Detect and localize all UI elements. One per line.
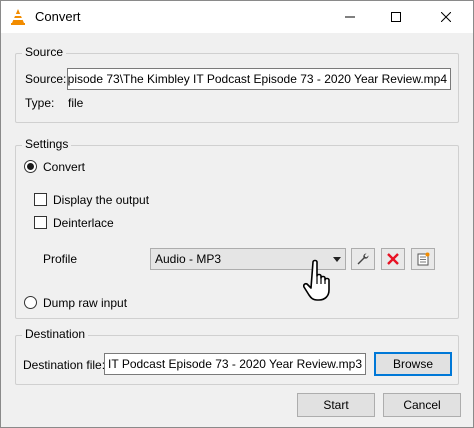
source-group-label: Source	[22, 45, 67, 59]
profile-dropdown-value: Audio - MP3	[155, 252, 222, 266]
deinterlace-label[interactable]: Deinterlace	[53, 216, 114, 230]
source-label: Source:	[25, 72, 67, 86]
minimize-icon	[345, 16, 355, 18]
hand-pointer-icon	[303, 259, 330, 301]
window-title: Convert	[35, 9, 81, 24]
display-output-checkbox[interactable]	[34, 193, 47, 206]
convert-label[interactable]: Convert	[43, 160, 85, 174]
delete-profile-button[interactable]	[381, 248, 405, 270]
new-profile-button[interactable]	[411, 248, 435, 270]
minimize-button[interactable]	[327, 1, 373, 33]
settings-group-label: Settings	[22, 137, 72, 151]
display-output-label[interactable]: Display the output	[53, 193, 149, 207]
destination-file-label: Destination file:	[23, 358, 106, 372]
convert-radio[interactable]	[24, 160, 37, 173]
source-path-value: cast Episode 73\The Kimbley IT Podcast E…	[67, 72, 447, 86]
type-value: file	[68, 96, 84, 110]
start-button-label: Start	[323, 398, 349, 412]
title-bar: Convert	[1, 1, 473, 33]
profile-label: Profile	[43, 252, 78, 266]
delete-x-icon	[387, 253, 399, 265]
deinterlace-checkbox[interactable]	[34, 216, 47, 229]
source-path-field[interactable]: cast Episode 73\The Kimbley IT Podcast E…	[67, 68, 451, 90]
destination-group-label: Destination	[22, 327, 89, 341]
destination-file-value: pley IT Podcast Episode 73 - 2020 Year R…	[104, 357, 362, 371]
type-label: Type:	[25, 96, 55, 110]
browse-button[interactable]: Browse	[374, 352, 452, 376]
edit-profile-button[interactable]	[351, 248, 375, 270]
dump-raw-label[interactable]: Dump raw input	[43, 296, 127, 310]
destination-file-field[interactable]: pley IT Podcast Episode 73 - 2020 Year R…	[104, 353, 366, 375]
close-icon	[441, 12, 451, 22]
new-profile-icon	[417, 252, 430, 266]
convert-dialog: Convert Source Source: cast Episode 73\T…	[0, 0, 474, 428]
cancel-button[interactable]: Cancel	[383, 393, 461, 417]
browse-button-label: Browse	[392, 357, 433, 371]
cancel-button-label: Cancel	[403, 398, 441, 412]
start-button[interactable]: Start	[297, 393, 375, 417]
wrench-icon	[357, 253, 369, 265]
maximize-button[interactable]	[373, 1, 419, 33]
dump-raw-radio[interactable]	[24, 296, 37, 309]
maximize-icon	[391, 12, 401, 22]
close-button[interactable]	[419, 1, 473, 33]
vlc-cone-icon	[11, 9, 25, 25]
